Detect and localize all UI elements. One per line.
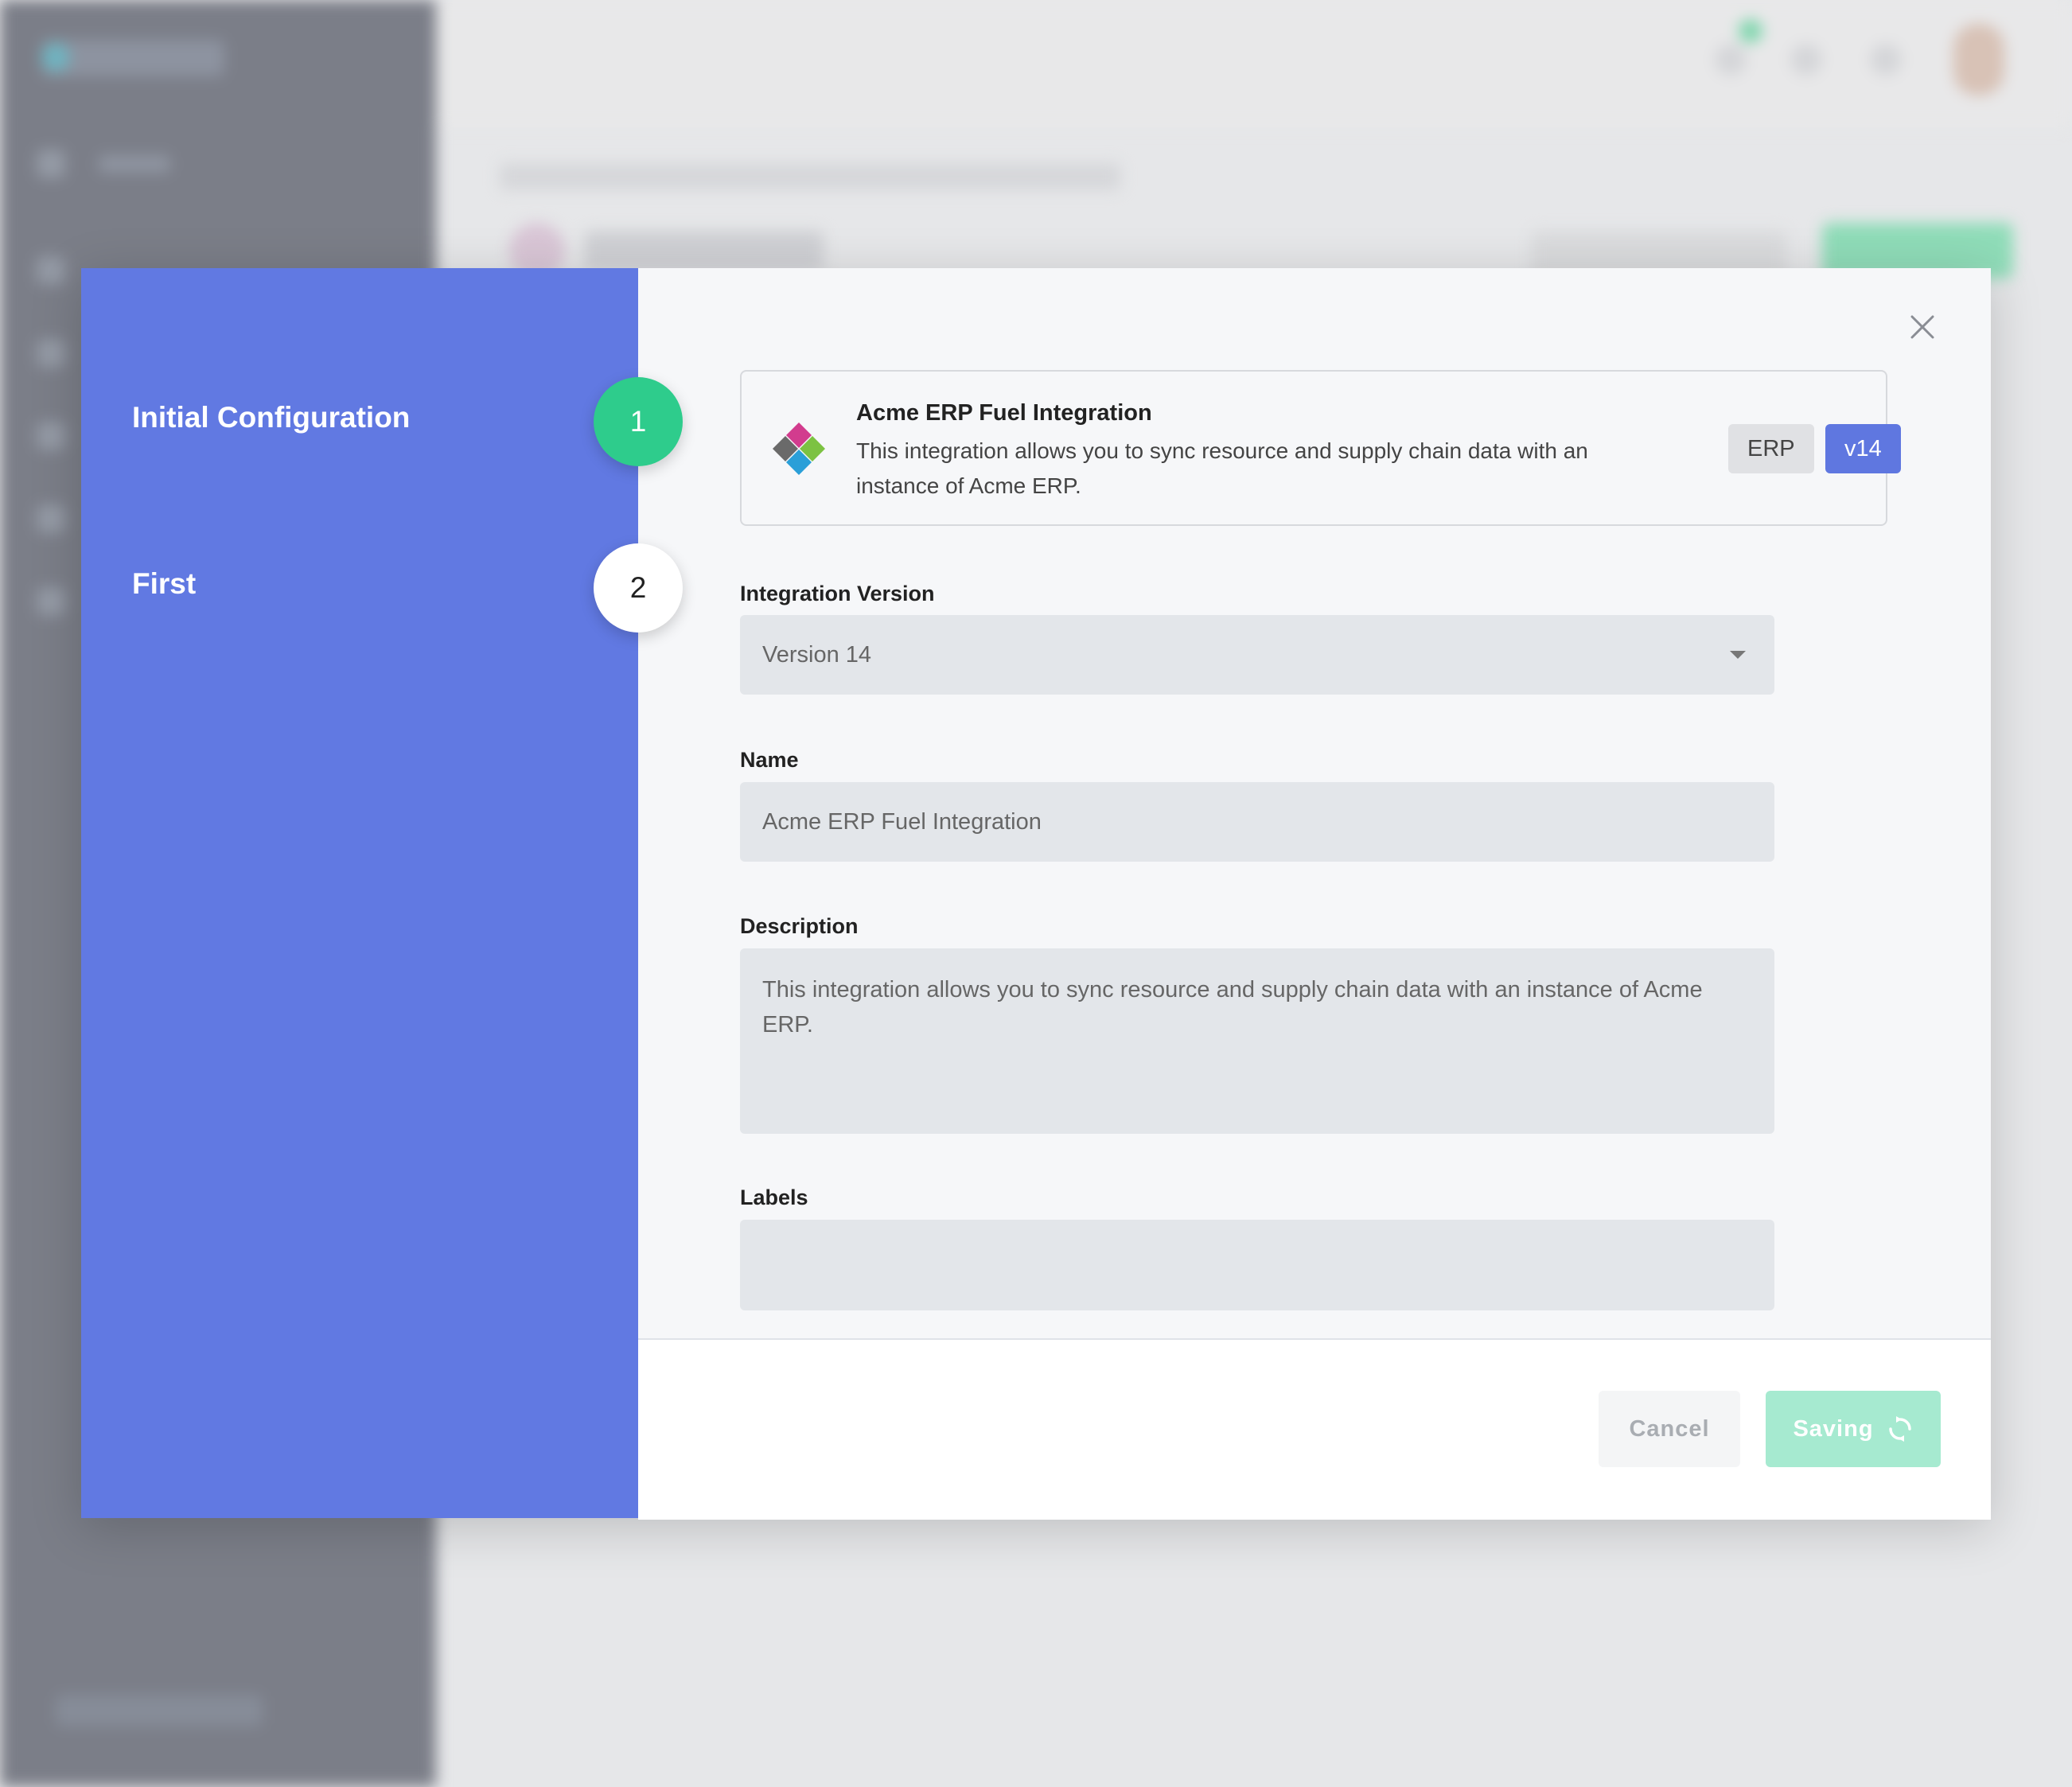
name-label: Name [740,748,799,772]
description-label: Description [740,914,859,938]
labels-input[interactable] [740,1220,1774,1310]
background-settings-icon [1870,44,1902,76]
tag-erp: ERP [1728,424,1814,473]
background-title [585,231,824,271]
background-badge [1739,19,1762,43]
labels-label: Labels [740,1185,808,1209]
diamond-logo-icon [773,422,825,475]
saving-button[interactable]: Saving [1766,1391,1941,1467]
background-nav-icon [37,150,65,178]
cancel-button[interactable]: Cancel [1599,1391,1740,1467]
integration-info-card: Acme ERP Fuel Integration This integrati… [740,370,1901,526]
background-header [436,0,2072,127]
steps-panel: Initial Configuration 1 First 2 [81,268,683,1518]
saving-button-label: Saving [1793,1415,1874,1442]
background-breadcrumb [500,163,1120,190]
step-label-first[interactable]: First [132,567,196,601]
integration-modal: Initial Configuration 1 First 2 Acme ERP… [81,268,1991,1520]
background-nav-icon [37,256,65,285]
background-nav-label [99,155,170,173]
background-nav-icon [37,504,65,533]
step-indicator-2[interactable]: 2 [594,543,683,633]
refresh-spinner-icon [1888,1416,1911,1442]
integration-version-value: Version 14 [762,641,872,668]
step-indicator-1[interactable]: 1 [594,377,683,466]
name-input-value: Acme ERP Fuel Integration [762,808,1042,835]
step-label-initial-configuration[interactable]: Initial Configuration [132,401,410,434]
background-nav-icon [37,587,65,616]
close-button[interactable] [1905,310,1940,345]
modal-footer: Cancel Saving [638,1338,1991,1520]
background-footer [56,1695,263,1727]
form-panel: Acme ERP Fuel Integration This integrati… [638,268,1991,1520]
background-notification-icon [1715,44,1747,76]
card-title: Acme ERP Fuel Integration [856,400,1152,426]
background-help-icon [1790,44,1822,76]
background-logo-icon [41,43,70,72]
background-avatar [1953,24,2004,95]
description-textarea[interactable]: This integration allows you to sync reso… [740,948,1774,1134]
caret-down-icon [1730,651,1746,659]
tag-version: v14 [1825,424,1901,473]
background-nav-icon [37,339,65,368]
background-nav-icon [37,422,65,450]
integration-version-label: Integration Version [740,582,935,605]
name-input[interactable]: Acme ERP Fuel Integration [740,782,1774,862]
card-description: This integration allows you to sync reso… [856,438,1588,498]
close-icon [1910,315,1934,339]
integration-version-select[interactable]: Version 14 [740,615,1774,695]
